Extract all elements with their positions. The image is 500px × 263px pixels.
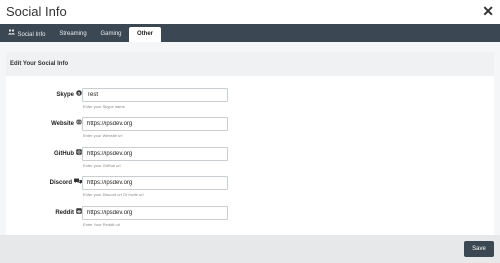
tab-social-info[interactable]: Social Info [6,27,48,42]
tab-label: Other [136,31,153,37]
website-row: Website Enter your Website url [6,117,494,143]
modal-footer [0,235,500,263]
reddit-hint: Enter Your Reddit url [83,222,120,227]
svg-text:S: S [78,91,81,96]
website-input[interactable] [82,117,228,131]
github-hint: Enter your GitHub url [83,163,121,168]
form-panel: Edit Your Social Info Skype S Enter your… [6,52,494,235]
modal-title: Social Info [6,4,67,19]
skype-row: Skype S Enter your Skype name [6,88,494,114]
discord-row: Discord Enter your Discord url Or Invite… [6,176,494,202]
tab-label: Gaming [100,31,122,37]
tab-bar: Social Info Streaming Gaming Other [0,24,500,42]
discord-hint: Enter your Discord url Or Invite url [83,192,144,197]
tab-label: Social Info [17,32,46,39]
section-title: Edit Your Social Info [6,52,494,76]
skype-input[interactable] [82,88,228,102]
github-input[interactable] [82,147,228,161]
tab-gaming[interactable]: Gaming [96,27,126,42]
discord-icon [74,178,82,188]
github-label: GitHub [54,149,82,159]
close-button[interactable]: ✕ [482,3,494,19]
discord-input[interactable] [82,176,228,190]
reddit-input[interactable] [82,206,228,220]
users-icon [8,27,16,42]
reddit-label: Reddit [55,208,82,218]
save-button[interactable]: Save [464,241,494,257]
skype-hint: Enter your Skype name [83,104,125,109]
website-label: Website [51,119,82,129]
discord-label: Discord [50,178,82,188]
skype-label: Skype S [56,90,82,100]
modal-header: Social Info ✕ [0,0,500,24]
reddit-row: Reddit Enter Your Reddit url [6,206,494,232]
tab-other[interactable]: Other [129,27,161,42]
modal-content: Edit Your Social Info Skype S Enter your… [0,42,500,235]
github-row: GitHub Enter your GitHub url [6,147,494,173]
tab-streaming[interactable]: Streaming [56,27,90,42]
website-hint: Enter your Website url [83,133,123,138]
tab-label: Streaming [59,31,87,37]
